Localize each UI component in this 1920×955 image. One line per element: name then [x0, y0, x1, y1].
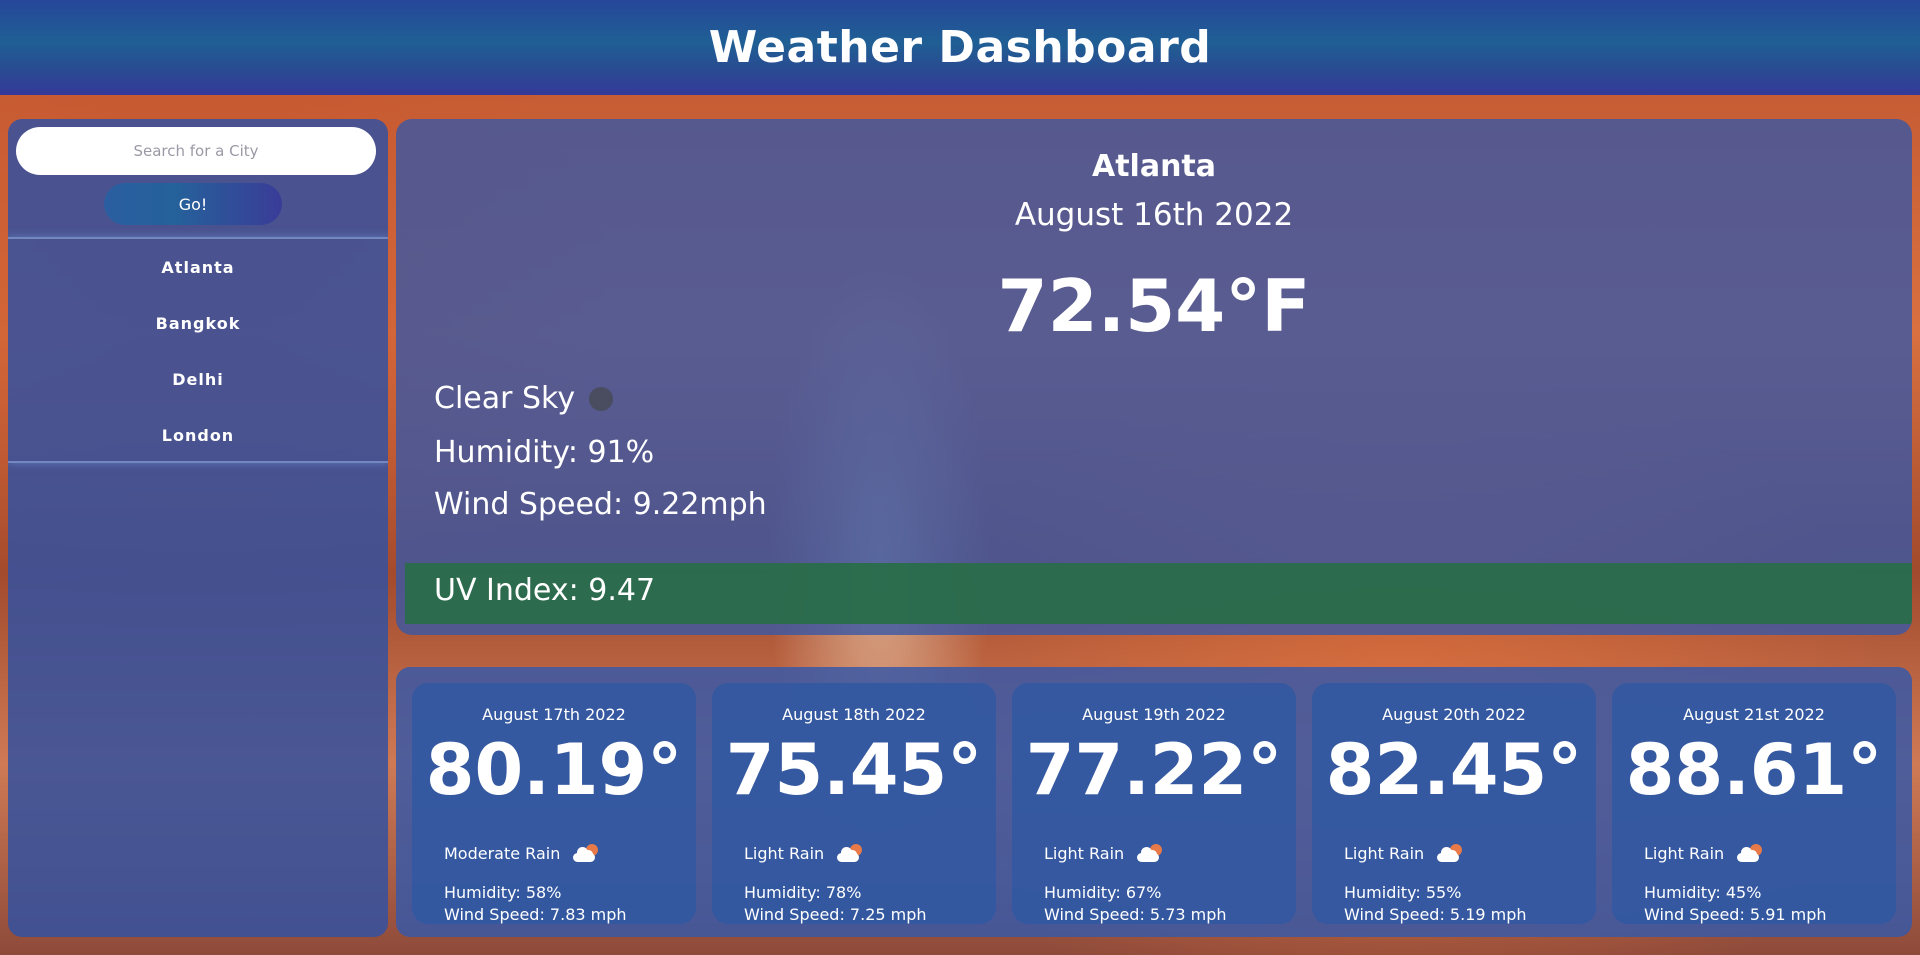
forecast-condition-row: Light Rain: [1044, 842, 1164, 864]
forecast-panel: August 17th 2022 80.19° Moderate Rain Hu…: [396, 667, 1912, 937]
forecast-humidity: Humidity: 55%: [1344, 883, 1462, 902]
forecast-date: August 21st 2022: [1683, 705, 1825, 724]
forecast-temperature: 88.61°: [1625, 729, 1883, 811]
forecast-date: August 20th 2022: [1382, 705, 1526, 724]
forecast-wind-speed: Wind Speed: 7.83 mph: [444, 905, 627, 924]
forecast-temperature: 77.22°: [1025, 729, 1283, 811]
forecast-temperature: 82.45°: [1325, 729, 1583, 811]
weather-condition-icon: [589, 386, 614, 411]
forecast-condition-row: Light Rain: [1344, 842, 1464, 864]
forecast-humidity: Humidity: 67%: [1044, 883, 1162, 902]
current-temperature: 72.54°F: [997, 264, 1311, 348]
page-title: Weather Dashboard: [708, 22, 1212, 73]
search-history-list: Atlanta Bangkok Delhi London: [8, 237, 388, 463]
forecast-card: August 18th 2022 75.45° Light Rain Humid…: [712, 683, 996, 924]
current-weather-panel: Atlanta August 16th 2022 72.54°F Clear S…: [396, 119, 1912, 635]
uv-index-text: UV Index: 9.47: [434, 573, 656, 608]
forecast-condition-row: Moderate Rain: [444, 842, 600, 864]
cloud-sun-icon: [836, 842, 864, 864]
forecast-card: August 20th 2022 82.45° Light Rain Humid…: [1312, 683, 1596, 924]
sidebar: Go! Atlanta Bangkok Delhi London: [8, 119, 388, 937]
forecast-date: August 17th 2022: [482, 705, 626, 724]
uv-index-bar: UV Index: 9.47: [405, 563, 1912, 624]
history-item-atlanta[interactable]: Atlanta: [8, 239, 388, 295]
forecast-temperature: 75.45°: [725, 729, 983, 811]
history-item-delhi[interactable]: Delhi: [8, 351, 388, 407]
forecast-humidity: Humidity: 45%: [1644, 883, 1762, 902]
forecast-card: August 19th 2022 77.22° Light Rain Humid…: [1012, 683, 1296, 924]
forecast-temperature: 80.19°: [425, 729, 683, 811]
history-item-bangkok[interactable]: Bangkok: [8, 295, 388, 351]
current-city-name: Atlanta: [1091, 149, 1217, 184]
forecast-humidity: Humidity: 58%: [444, 883, 562, 902]
forecast-card: August 21st 2022 88.61° Light Rain Humid…: [1612, 683, 1896, 924]
app-header: Weather Dashboard: [0, 0, 1920, 95]
cloud-sun-icon: [1736, 842, 1764, 864]
forecast-condition-text: Light Rain: [1344, 843, 1425, 863]
forecast-wind-speed: Wind Speed: 7.25 mph: [744, 905, 927, 924]
forecast-humidity: Humidity: 78%: [744, 883, 862, 902]
cloud-sun-icon: [1136, 842, 1164, 864]
forecast-condition-text: Light Rain: [744, 843, 825, 863]
forecast-date: August 18th 2022: [782, 705, 926, 724]
current-humidity: Humidity: 91%: [434, 435, 655, 470]
forecast-condition-row: Light Rain: [1644, 842, 1764, 864]
current-wind-speed: Wind Speed: 9.22mph: [434, 487, 767, 522]
forecast-condition-row: Light Rain: [744, 842, 864, 864]
forecast-condition-text: Light Rain: [1644, 843, 1725, 863]
city-search-input[interactable]: [16, 127, 376, 175]
forecast-wind-speed: Wind Speed: 5.91 mph: [1644, 905, 1827, 924]
current-date: August 16th 2022: [1014, 197, 1294, 233]
forecast-card: August 17th 2022 80.19° Moderate Rain Hu…: [412, 683, 696, 924]
forecast-condition-text: Light Rain: [1044, 843, 1125, 863]
cloud-sun-icon: [1436, 842, 1464, 864]
forecast-wind-speed: Wind Speed: 5.73 mph: [1044, 905, 1227, 924]
go-button[interactable]: Go!: [104, 183, 282, 225]
forecast-condition-text: Moderate Rain: [444, 843, 561, 863]
cloud-sun-icon: [572, 842, 600, 864]
history-item-london[interactable]: London: [8, 407, 388, 463]
current-condition-text: Clear Sky: [434, 381, 576, 416]
current-condition-row: Clear Sky: [434, 381, 614, 416]
forecast-wind-speed: Wind Speed: 5.19 mph: [1344, 905, 1527, 924]
forecast-date: August 19th 2022: [1082, 705, 1226, 724]
